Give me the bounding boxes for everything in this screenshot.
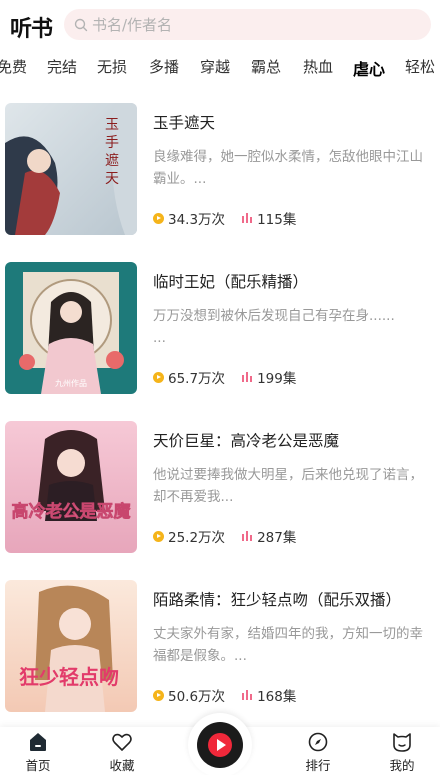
list-item[interactable]: 玉 手 遮 天 玉手遮天 良缘难得，她一腔似水柔情，怎敌他眼中江山霸业。... … (0, 100, 440, 238)
cover-title: 高冷老公是恶魔 (12, 501, 131, 522)
nav-favorites-label: 收藏 (109, 758, 135, 773)
play-count: 25.2万次 (168, 530, 226, 546)
cover-title-4: 天 (105, 171, 119, 187)
book-stats: 25.2万次 287集 (153, 526, 296, 546)
book-stats: 34.3万次 115集 (153, 208, 296, 228)
play-count: 34.3万次 (168, 212, 226, 228)
equalizer-icon (242, 689, 253, 700)
nav-home[interactable]: 首页 (8, 731, 68, 774)
heart-icon (112, 733, 132, 751)
book-stats: 50.6万次 168集 (153, 685, 296, 705)
cover-author: 九州作品 (55, 378, 87, 388)
book-cover[interactable]: 九州作品 (5, 262, 137, 394)
cover-title-1: 玉 (105, 117, 119, 133)
tab-free[interactable]: 免费 (0, 56, 27, 77)
episode-count: 115集 (257, 212, 297, 228)
tab-ceo[interactable]: 霸总 (251, 56, 281, 77)
episode-count: 168集 (257, 689, 297, 705)
record-play-icon (197, 722, 243, 768)
play-icon (153, 212, 164, 224)
play-count: 65.7万次 (168, 371, 226, 387)
book-stats: 65.7万次 199集 (153, 367, 296, 387)
tab-multicast[interactable]: 多播 (149, 56, 179, 77)
nav-ranking-label: 排行 (305, 758, 331, 773)
list-item[interactable]: 狂少轻点吻 陌路柔情：狂少轻点吻（配乐双播） 丈夫家外有家，结婚四年的我，方知一… (0, 577, 440, 715)
book-cover-art: 狂少轻点吻 (5, 580, 137, 712)
search-placeholder: 书名/作者名 (92, 16, 173, 34)
play-icon (153, 530, 164, 542)
nav-mine[interactable]: 我的 (372, 731, 432, 774)
tab-time-travel[interactable]: 穿越 (200, 56, 230, 77)
equalizer-icon (242, 212, 253, 223)
book-cover-art: 高冷老公是恶魔 (5, 421, 137, 553)
cover-title-2: 手 (105, 135, 119, 151)
play-icon (208, 733, 232, 757)
book-title[interactable]: 玉手遮天 (153, 111, 215, 133)
episode-count: 287集 (257, 530, 297, 546)
book-title[interactable]: 天价巨星：高冷老公是恶魔 (153, 429, 339, 451)
book-description: 万万没想到被休后发现自己有孕在身...... ... (153, 308, 395, 346)
episode-count: 199集 (257, 371, 297, 387)
nav-favorites[interactable]: 收藏 (92, 731, 152, 774)
tab-heartbreak[interactable]: 虐心 (353, 56, 391, 80)
tab-complete[interactable]: 完结 (47, 56, 77, 77)
book-cover[interactable]: 高冷老公是恶魔 (5, 421, 137, 553)
player-button[interactable] (188, 713, 252, 775)
book-description: 他说过要捧我做大明星，后来他兑现了诺言，却不再爱我... (153, 467, 423, 505)
tab-relaxing[interactable]: 轻松 (405, 56, 435, 77)
nav-ranking[interactable]: 排行 (288, 731, 348, 774)
compass-icon (308, 732, 328, 752)
equalizer-icon (242, 371, 253, 382)
list-item[interactable]: 九州作品 临时王妃（配乐精播） 万万没想到被休后发现自己有孕在身...... .… (0, 259, 440, 397)
search-icon (74, 18, 88, 31)
tab-passion[interactable]: 热血 (303, 56, 333, 77)
tab-lossless[interactable]: 无损 (97, 56, 127, 77)
home-icon (30, 733, 46, 751)
play-icon (153, 689, 164, 701)
search-bar[interactable]: 书名/作者名 (64, 9, 431, 40)
nav-mine-label: 我的 (389, 758, 415, 773)
play-count: 50.6万次 (168, 689, 226, 705)
nav-home-label: 首页 (25, 758, 51, 773)
book-description: 良缘难得，她一腔似水柔情，怎敌他眼中江山霸业。... (153, 149, 423, 187)
header: 听书 书名/作者名 (0, 0, 440, 48)
book-description: 丈夫家外有家，结婚四年的我，方知一切的幸福都是假象。... (153, 626, 423, 664)
play-icon (153, 371, 164, 383)
book-cover[interactable]: 玉 手 遮 天 (5, 103, 137, 235)
cover-title: 狂少轻点吻 (19, 665, 119, 689)
cover-title-3: 遮 (105, 153, 119, 169)
book-title[interactable]: 临时王妃（配乐精播） (153, 270, 308, 292)
equalizer-icon (242, 530, 253, 541)
app-logo: 听书 (10, 16, 53, 42)
category-tabs: 免费 完结 无损 多播 穿越 霸总 热血 虐心 轻松 (0, 52, 440, 82)
book-cover[interactable]: 狂少轻点吻 (5, 580, 137, 712)
book-title[interactable]: 陌路柔情：狂少轻点吻（配乐双播） (153, 588, 401, 610)
tab-heartbreak-label: 虐心 (353, 60, 386, 79)
cat-face-icon (393, 733, 411, 752)
book-cover-art: 玉 手 遮 天 (5, 103, 137, 235)
list-item[interactable]: 高冷老公是恶魔 天价巨星：高冷老公是恶魔 他说过要捧我做大明星，后来他兑现了诺言… (0, 418, 440, 556)
book-cover-art: 九州作品 (5, 262, 137, 394)
